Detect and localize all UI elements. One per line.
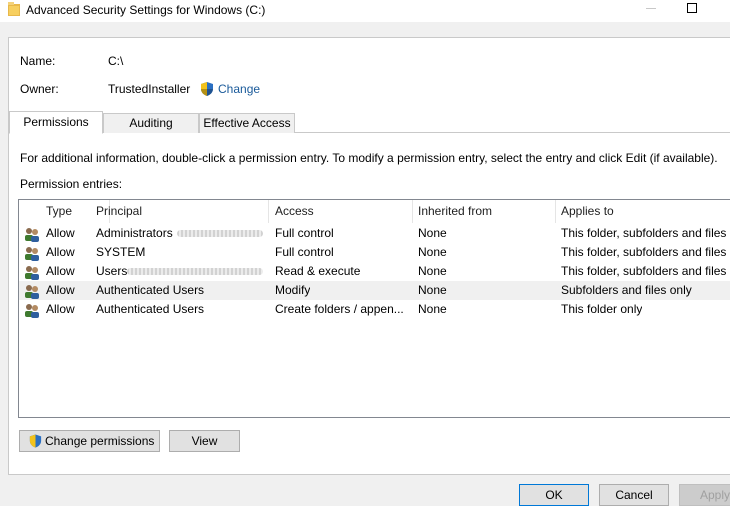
redacted-text xyxy=(127,268,263,275)
entry-type: Allow xyxy=(46,302,75,316)
entry-access: Create folders / appen... xyxy=(275,302,404,316)
change-permissions-label: Change permissions xyxy=(45,434,155,448)
column-header-access[interactable]: Access xyxy=(270,200,413,223)
tab-effective-access[interactable]: Effective Access xyxy=(199,113,295,133)
entry-type: Allow xyxy=(46,226,75,240)
uac-shield-icon xyxy=(201,82,213,96)
entry-applies-to: This folder only xyxy=(561,302,643,316)
table-row[interactable]: Allow Administrators Full control None T… xyxy=(19,224,730,243)
entry-inherited-from: None xyxy=(418,226,447,240)
entry-applies-to: This folder, subfolders and files xyxy=(561,264,727,278)
entry-type: Allow xyxy=(46,283,75,297)
entry-applies-to: Subfolders and files only xyxy=(561,283,692,297)
table-row[interactable]: Allow SYSTEM Full control None This fold… xyxy=(19,243,730,262)
maximize-icon[interactable] xyxy=(687,3,697,13)
entry-applies-to: This folder, subfolders and files xyxy=(561,226,727,240)
users-icon xyxy=(25,304,39,318)
minimize-icon[interactable] xyxy=(646,8,656,9)
entry-type: Allow xyxy=(46,264,75,278)
folder-icon xyxy=(8,2,20,16)
view-button[interactable]: View xyxy=(169,430,240,452)
users-icon xyxy=(25,266,39,280)
entry-type: Allow xyxy=(46,245,75,259)
users-icon xyxy=(25,228,39,242)
name-value: C:\ xyxy=(108,54,124,68)
entry-principal: Administrators xyxy=(96,226,173,240)
entry-applies-to: This folder, subfolders and files xyxy=(561,245,727,259)
tab-permissions[interactable]: Permissions xyxy=(9,111,103,134)
change-owner-link[interactable]: Change xyxy=(218,82,260,96)
column-header-applies-to[interactable]: Applies to xyxy=(556,200,730,223)
permission-entries-label: Permission entries: xyxy=(20,177,123,191)
tab-auditing[interactable]: Auditing xyxy=(103,113,199,133)
permission-entries-list[interactable]: Type Principal Access Inherited from App… xyxy=(18,199,730,418)
info-text: For additional information, double-click… xyxy=(20,151,718,165)
name-label: Name: xyxy=(20,54,56,68)
window-title: Advanced Security Settings for Windows (… xyxy=(26,3,266,17)
entry-inherited-from: None xyxy=(418,245,447,259)
owner-value: TrustedInstaller xyxy=(108,82,191,96)
entry-access: Read & execute xyxy=(275,264,361,278)
redacted-text xyxy=(177,230,263,237)
title-bar: Advanced Security Settings for Windows (… xyxy=(0,0,730,22)
users-icon xyxy=(25,285,39,299)
entry-inherited-from: None xyxy=(418,302,447,316)
table-row[interactable]: Allow Users Read & execute None This fol… xyxy=(19,262,730,281)
owner-label: Owner: xyxy=(20,82,59,96)
table-row[interactable]: Allow Authenticated Users Create folders… xyxy=(19,300,730,319)
users-icon xyxy=(25,247,39,261)
entry-principal: Authenticated Users xyxy=(96,302,205,316)
column-header-principal[interactable]: Principal xyxy=(91,200,269,223)
entry-principal: SYSTEM xyxy=(96,245,146,259)
change-permissions-button[interactable]: Change permissions xyxy=(19,430,160,452)
entry-access: Full control xyxy=(275,226,334,240)
table-row[interactable]: Allow Authenticated Users Modify None Su… xyxy=(19,281,730,300)
uac-shield-icon xyxy=(29,434,42,448)
entry-access: Modify xyxy=(275,283,311,297)
column-header-inherited-from[interactable]: Inherited from xyxy=(413,200,556,223)
entry-principal: Users xyxy=(96,264,128,278)
entry-inherited-from: None xyxy=(418,264,447,278)
entry-principal: Authenticated Users xyxy=(96,283,205,297)
entry-inherited-from: None xyxy=(418,283,447,297)
entry-access: Full control xyxy=(275,245,334,259)
